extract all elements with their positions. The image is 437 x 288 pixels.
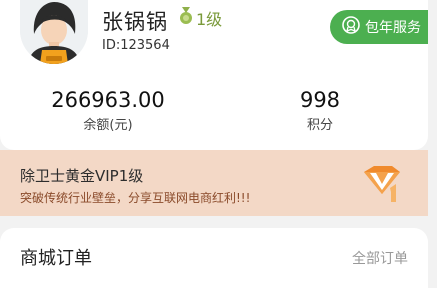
points-value: 998 <box>299 88 341 112</box>
username: 张锅锅 <box>102 10 168 34</box>
page-edge <box>428 0 437 288</box>
level-label: 1级 <box>196 10 223 29</box>
profile-card: 张锅锅 1级 ID:123564 包年服务 266963.00 余额(元) 99… <box>0 0 437 150</box>
balance-value: 266963.00 <box>51 88 165 112</box>
vip-diamond-icon <box>360 164 404 204</box>
user-id: ID:123564 <box>102 38 170 53</box>
points-stat[interactable]: 998 积分 <box>280 88 360 136</box>
vip-badge-icon <box>342 16 360 38</box>
level-badge: 1级 <box>179 7 222 29</box>
vip-banner-title: 除卫士黄金VIP1级 <box>20 167 144 185</box>
annual-service-label: 包年服务 <box>365 20 421 36</box>
mall-orders-title: 商城订单 <box>20 248 92 269</box>
balance-stat[interactable]: 266963.00 余额(元) <box>50 88 166 136</box>
vip-banner-subtitle: 突破传统行业壁垒，分享互联网电商红利!!! <box>20 191 251 205</box>
avatar[interactable] <box>20 0 88 64</box>
all-orders-link[interactable]: 全部订单 <box>352 248 408 268</box>
points-label: 积分 <box>306 118 333 133</box>
balance-label: 余额(元) <box>83 118 133 133</box>
medal-icon <box>179 7 193 29</box>
annual-service-button[interactable]: 包年服务 <box>330 10 437 44</box>
